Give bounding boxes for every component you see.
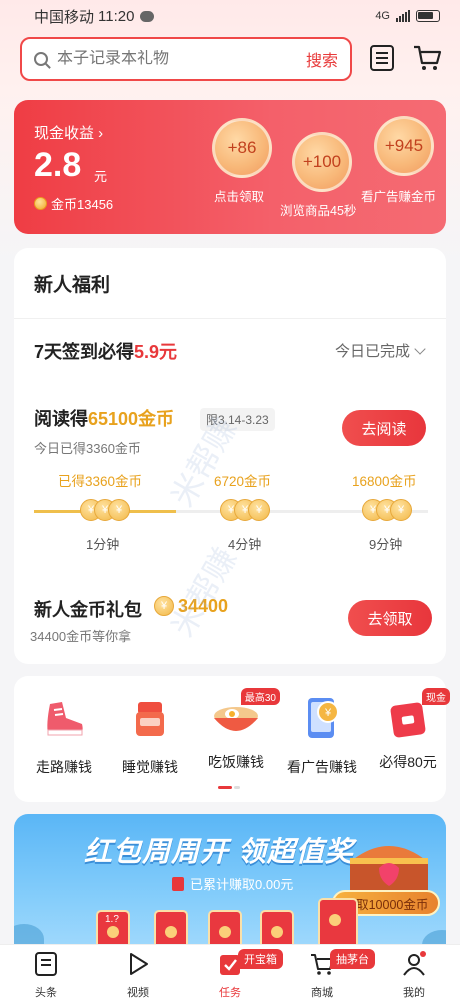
user-icon xyxy=(403,951,426,976)
play-icon xyxy=(130,953,148,975)
status-bar: 中国移动 11:20 4G xyxy=(0,0,460,32)
coin-bubble[interactable]: +100 xyxy=(292,132,352,192)
bottom-tab-bar: 头条 视频 任务 开宝箱 商城 抽茅台 我的 xyxy=(0,944,460,1000)
signin-task: 7天签到必得5.9元 xyxy=(34,342,178,362)
banner-sub: 已累计赚取0.00元 xyxy=(172,874,293,893)
milestone-time: 4分钟 xyxy=(228,537,262,552)
sneaker-icon xyxy=(47,702,83,736)
list-icon[interactable] xyxy=(370,45,394,71)
milestone-coins: 6720金币 xyxy=(214,474,272,489)
newcomer-welfare-card: 新人福利 7天签到必得5.9元 今日已完成 阅读得65100金币 限3.14-3… xyxy=(14,248,446,664)
coin-stack-icon: ¥ ¥ ¥ xyxy=(220,496,270,524)
red-envelope-icon xyxy=(318,898,358,950)
gift-pack-title: 新人金币礼包 xyxy=(34,600,142,620)
go-read-button[interactable]: 去阅读 xyxy=(342,410,426,446)
earn-item-eat[interactable]: 最高30 吃饭赚钱 xyxy=(196,688,280,772)
signin-status[interactable]: 今日已完成 xyxy=(335,340,426,361)
tab-video[interactable]: 视频 xyxy=(108,951,168,1000)
search-row: 搜索 xyxy=(20,37,442,81)
yuan-coin-icon: ¥ xyxy=(154,596,174,616)
cash-label[interactable]: 现金收益 › xyxy=(34,122,103,143)
coin-stack-icon: ¥ ¥ ¥ xyxy=(80,496,130,524)
red-packet-banner[interactable]: 红包周周开 领超值奖 已累计赚取0.00元 领取10000金币 1.? xyxy=(14,814,446,964)
cup-icon xyxy=(136,702,164,736)
tab-profile[interactable]: 我的 xyxy=(384,951,444,1000)
watermark: 米帮赚 xyxy=(164,541,244,643)
earn-money-card: 走路赚钱 睡觉赚钱 最高30 吃饭赚钱 ¥ 看广告赚钱 现金 必得80元 xyxy=(14,676,450,802)
envelope-icon xyxy=(172,876,184,891)
cart-icon[interactable] xyxy=(412,43,442,73)
tab-headline[interactable]: 头条 xyxy=(16,951,76,1000)
open-chest-tag: 开宝箱 xyxy=(238,949,283,969)
cash-badge: 现金 xyxy=(422,688,450,705)
coin-balance: 金币13456 xyxy=(34,194,113,213)
cash-earnings-card[interactable]: 现金收益 › 2.8 元 金币13456 +86 点击领取 +100 浏览商品4… xyxy=(14,100,446,234)
clock: 11:20 xyxy=(98,7,135,25)
signal-icon xyxy=(396,10,410,22)
network-label: 4G xyxy=(375,10,390,22)
earn-item-sleep[interactable]: 睡觉赚钱 xyxy=(110,694,190,777)
reading-sub: 今日已得3360金币 xyxy=(34,441,141,456)
phone-coin-icon: ¥ xyxy=(308,698,339,738)
milestone-coins: 已得3360金币 xyxy=(58,474,143,489)
search-box[interactable]: 搜索 xyxy=(20,37,352,81)
coin-stack-icon: ¥ ¥ ¥ xyxy=(362,496,412,524)
date-limit-tag: 限3.14-3.23 xyxy=(200,408,275,431)
welfare-title: 新人福利 xyxy=(34,275,111,296)
tab-mall[interactable]: 商城 抽茅台 xyxy=(292,949,375,1000)
bubble-caption: 点击领取 xyxy=(214,190,265,204)
coin-bubble[interactable]: +945 xyxy=(374,116,434,176)
bubble-caption: 看广告赚金币 xyxy=(361,190,437,204)
claim-gift-button[interactable]: 去领取 xyxy=(348,600,432,636)
search-icon xyxy=(34,52,48,66)
search-button[interactable]: 搜索 xyxy=(306,47,338,71)
coin-bubble[interactable]: +86 xyxy=(212,118,272,178)
page-indicator xyxy=(218,786,242,790)
cash-value: 2.8 xyxy=(34,146,82,184)
banner-title: 红包周周开 领超值奖 xyxy=(84,836,354,867)
wechat-icon xyxy=(140,10,155,22)
earn-item-ads[interactable]: ¥ 看广告赚钱 xyxy=(282,694,362,777)
battery-icon xyxy=(416,10,440,22)
headline-icon xyxy=(35,952,57,976)
gift-amount: 34400 xyxy=(178,596,229,616)
carrier: 中国移动 xyxy=(34,8,95,26)
max-30-badge: 最高30 xyxy=(240,688,280,705)
maotai-lottery-tag: 抽茅台 xyxy=(330,949,375,969)
milestone-time: 9分钟 xyxy=(369,537,403,552)
gift-sub: 34400金币等你拿 xyxy=(30,629,132,644)
search-input[interactable] xyxy=(57,50,306,68)
svg-text:¥: ¥ xyxy=(324,707,332,719)
chevron-down-icon xyxy=(414,342,426,355)
earn-item-80-yuan[interactable]: 现金 必得80元 xyxy=(368,688,450,772)
tab-task[interactable]: 任务 开宝箱 xyxy=(200,949,283,1000)
reading-task-title: 阅读得65100金币 xyxy=(34,409,175,429)
earn-item-walk[interactable]: 走路赚钱 xyxy=(24,694,104,777)
divider xyxy=(14,318,446,319)
milestone-time: 1分钟 xyxy=(86,537,120,552)
cash-unit: 元 xyxy=(94,169,108,184)
coin-icon xyxy=(34,197,47,210)
bubble-caption: 浏览商品45秒 xyxy=(280,204,357,218)
milestone-coins: 16800金币 xyxy=(352,474,417,489)
